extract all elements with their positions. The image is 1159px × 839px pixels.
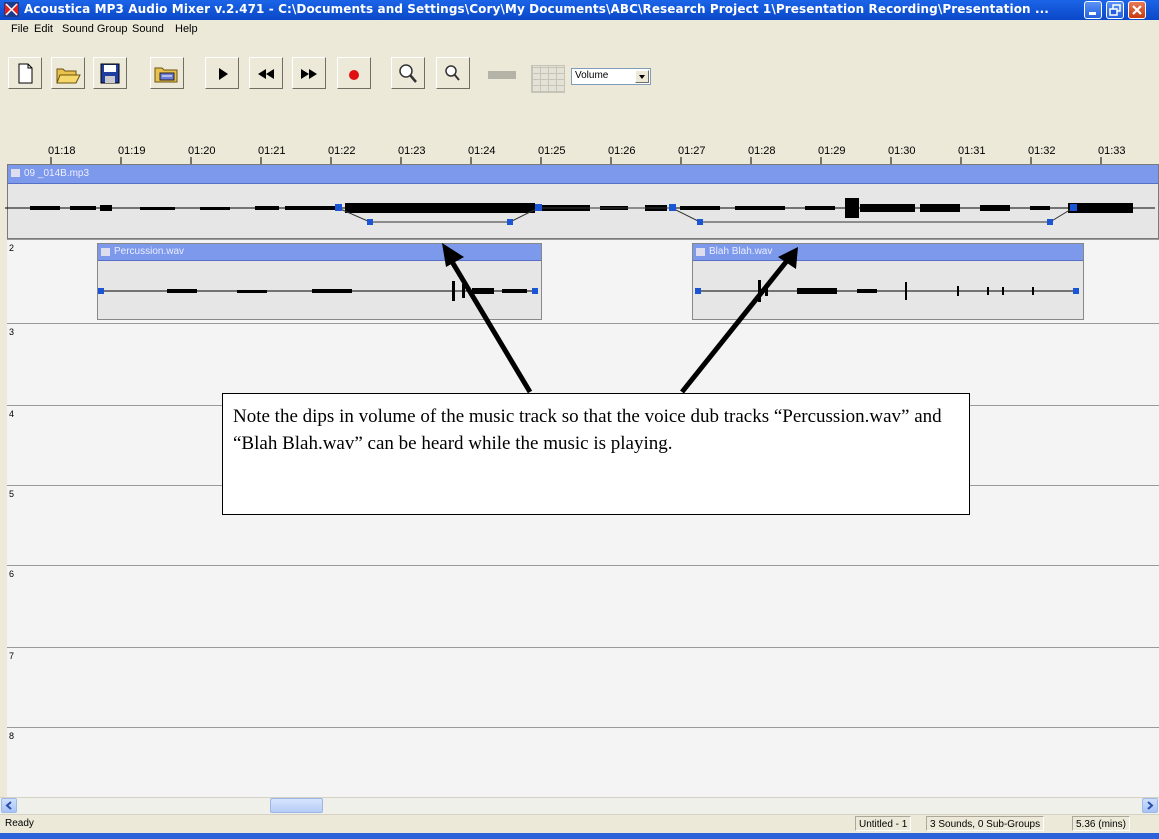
rewind-icon [258,69,274,79]
envelope-mode-value: Volume [575,70,609,81]
clip-icon [11,169,20,177]
clip-name: Percussion.wav [114,246,185,257]
open-button[interactable] [51,57,85,89]
status-counts: 3 Sounds, 0 Sub-Groups [926,816,1045,831]
taskbar-strip [0,833,1159,839]
track-number: 8 [9,731,15,741]
zoom-in-icon [399,64,417,83]
ruler-tick-label: 01:20 [188,145,216,157]
rewind-button[interactable] [249,57,283,89]
status-length: 5.36 (mins) [1072,816,1131,831]
chevron-right-icon [1147,801,1154,810]
menu-sound-group[interactable]: Sound Group [62,20,127,38]
save-icon [100,63,120,84]
scroll-left-button[interactable] [1,798,17,813]
status-text: Ready [5,818,34,829]
track-number: 6 [9,569,15,579]
save-button[interactable] [93,57,127,89]
ruler-tick-label: 01:23 [398,145,426,157]
menu-help[interactable]: Help [175,20,198,38]
track-number: 2 [9,243,15,253]
minimize-icon [1089,12,1096,15]
ruler-tick-label: 01:25 [538,145,566,157]
menu-edit[interactable]: Edit [34,20,53,38]
ruler-tick-label: 01:32 [1028,145,1056,157]
track-lane-6[interactable] [7,565,1159,647]
new-button[interactable] [8,57,42,89]
ruler-tick-label: 01:18 [48,145,76,157]
ruler-tick-label: 01:21 [258,145,286,157]
track-lane-7[interactable] [7,647,1159,727]
horizontal-scrollbar[interactable] [0,797,1159,815]
close-button[interactable] [1128,1,1146,19]
record-icon [349,70,359,80]
track-number: 5 [9,489,15,499]
envelope-mode-select[interactable]: Volume [571,68,651,85]
maximize-icon [1109,4,1121,16]
chevron-left-icon [5,801,12,810]
fast-forward-button[interactable] [292,57,326,89]
track-number: 3 [9,327,15,337]
annotation-callout: Note the dips in volume of the music tra… [222,393,970,515]
play-icon [219,68,228,80]
menu-bar [0,20,1159,38]
ruler-tick-label: 01:29 [818,145,846,157]
zoom-out-icon [445,65,460,81]
ruler-tick-label: 01:22 [328,145,356,157]
fast-forward-icon [301,69,317,79]
chevron-down-icon [635,70,649,83]
ruler-tick-label: 01:27 [678,145,706,157]
maximize-button[interactable] [1106,1,1124,19]
track-number: 7 [9,651,15,661]
zoom-out-button[interactable] [436,57,470,89]
ruler-tick-label: 01:33 [1098,145,1126,157]
track-number: 4 [9,409,15,419]
open-icon [56,68,81,84]
clip-icon [101,248,110,256]
music-waveform[interactable] [0,182,1159,238]
new-icon [18,63,33,84]
scroll-thumb[interactable] [270,798,323,813]
close-icon [1132,5,1142,15]
clip-name: 09 _014B.mp3 [24,168,90,179]
status-document: Untitled - 1 [855,816,912,831]
grid-icon [531,65,565,93]
ruler-tick-label: 01:30 [888,145,916,157]
ruler-tick-label: 01:28 [748,145,776,157]
track-lane-8[interactable] [7,727,1159,797]
import-icon [154,67,178,83]
scroll-right-button[interactable] [1142,798,1158,813]
menu-sound[interactable]: Sound [132,20,164,38]
minimize-button[interactable] [1084,1,1102,19]
window-title: Acoustica MP3 Audio Mixer v.2.471 - C:\D… [24,2,1049,16]
play-button[interactable] [205,57,239,89]
zoom-in-button[interactable] [391,57,425,89]
ruler-tick-label: 01:24 [468,145,496,157]
disabled-tool-icon [488,71,516,79]
ruler-tick-label: 01:31 [958,145,986,157]
annotation-arrows [442,243,798,394]
menu-file[interactable]: File [11,20,29,38]
import-button[interactable] [150,57,184,89]
ruler-tick-label: 01:19 [118,145,146,157]
record-button[interactable] [337,57,371,89]
ruler-tick-label: 01:26 [608,145,636,157]
app-icon [4,2,19,17]
